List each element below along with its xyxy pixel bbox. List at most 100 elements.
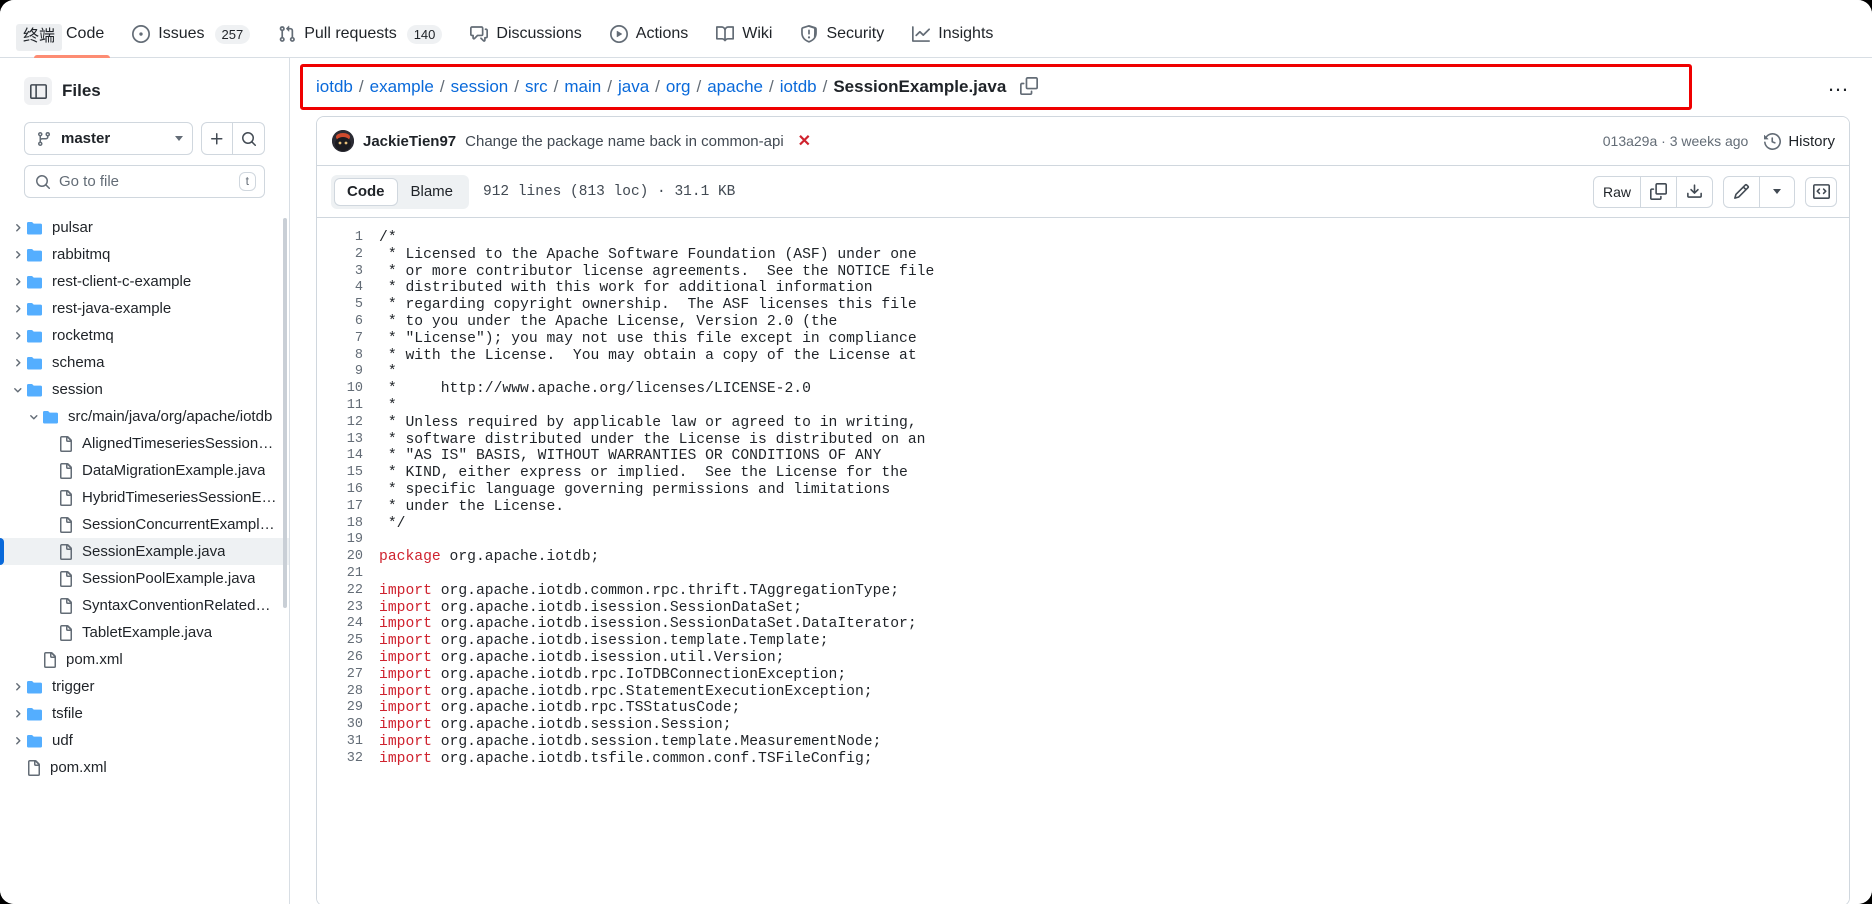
breadcrumb-link-iotdb[interactable]: iotdb [780, 77, 817, 97]
line-number[interactable]: 5 [317, 297, 379, 314]
line-number[interactable]: 26 [317, 650, 379, 667]
sidebar-collapse-icon[interactable] [24, 77, 52, 105]
line-number[interactable]: 29 [317, 700, 379, 717]
chevron-right-icon[interactable] [10, 276, 26, 288]
line-number[interactable]: 20 [317, 549, 379, 566]
tree-file-row[interactable]: SessionConcurrentExample.… [0, 511, 289, 538]
breadcrumb-link-org[interactable]: org [666, 77, 691, 97]
chevron-down-icon[interactable] [26, 411, 42, 423]
line-number[interactable]: 30 [317, 717, 379, 734]
chevron-right-icon[interactable] [10, 708, 26, 720]
tree-file-row[interactable]: pom.xml [0, 754, 289, 781]
line-number[interactable]: 24 [317, 616, 379, 633]
breadcrumb-link-example[interactable]: example [370, 77, 434, 97]
code-brackets-icon[interactable] [1805, 176, 1837, 207]
chevron-right-icon[interactable] [10, 735, 26, 747]
tree-file-row[interactable]: SyntaxConventionRelatedEx… [0, 592, 289, 619]
sidebar-scrollbar[interactable] [283, 218, 287, 608]
tab-code[interactable]: Code [334, 177, 398, 206]
more-options-button[interactable]: … [1827, 71, 1850, 103]
x-status-icon[interactable]: ✕ [798, 131, 811, 151]
nav-tab-pull-requests[interactable]: Pull requests 140 [264, 11, 456, 57]
line-number[interactable]: 23 [317, 600, 379, 617]
pencil-icon[interactable] [1724, 176, 1760, 207]
add-file-button[interactable] [201, 122, 233, 155]
commit-author[interactable]: JackieTien97 [363, 133, 456, 150]
line-number[interactable]: 25 [317, 633, 379, 650]
line-number[interactable]: 16 [317, 482, 379, 499]
tree-file-row[interactable]: SessionExample.java [0, 538, 289, 565]
search-files-button[interactable] [233, 122, 265, 155]
tab-blame[interactable]: Blame [398, 178, 467, 206]
tree-folder-row[interactable]: rest-client-c-example [0, 268, 289, 295]
line-number[interactable]: 13 [317, 432, 379, 449]
breadcrumb-link-java[interactable]: java [618, 77, 649, 97]
line-number[interactable]: 28 [317, 684, 379, 701]
chevron-down-icon[interactable] [1760, 177, 1794, 207]
tree-file-row[interactable]: SessionPoolExample.java [0, 565, 289, 592]
line-number[interactable]: 14 [317, 448, 379, 465]
commit-message[interactable]: Change the package name back in common-a… [465, 133, 784, 150]
copy-path-icon[interactable] [1020, 77, 1040, 97]
chevron-right-icon[interactable] [10, 303, 26, 315]
line-number[interactable]: 1 [317, 230, 379, 247]
tree-folder-row[interactable]: schema [0, 349, 289, 376]
branch-selector[interactable]: master [24, 122, 193, 155]
tree-folder-row[interactable]: udf [0, 727, 289, 754]
tree-file-row[interactable]: HybridTimeseriesSessionEx… [0, 484, 289, 511]
chevron-down-icon[interactable] [10, 384, 26, 396]
line-number[interactable]: 18 [317, 516, 379, 533]
breadcrumb-link-session[interactable]: session [451, 77, 509, 97]
tree-folder-row[interactable]: session [0, 376, 289, 403]
breadcrumb-link-src[interactable]: src [525, 77, 548, 97]
line-number[interactable]: 4 [317, 280, 379, 297]
go-to-file-input[interactable]: Go to file t [24, 165, 265, 198]
breadcrumb-link-iotdb[interactable]: iotdb [316, 77, 353, 97]
history-button[interactable]: History [1764, 133, 1835, 150]
line-number[interactable]: 15 [317, 465, 379, 482]
nav-tab-wiki[interactable]: Wiki [702, 11, 786, 57]
nav-tab-discussions[interactable]: Discussions [456, 11, 595, 57]
tree-folder-row[interactable]: rest-java-example [0, 295, 289, 322]
line-number[interactable]: 11 [317, 398, 379, 415]
line-number[interactable]: 21 [317, 566, 379, 583]
line-number[interactable]: 32 [317, 751, 379, 768]
tree-folder-row[interactable]: tsfile [0, 700, 289, 727]
tree-file-row[interactable]: pom.xml [0, 646, 289, 673]
line-number[interactable]: 3 [317, 264, 379, 281]
line-number[interactable]: 7 [317, 331, 379, 348]
raw-button[interactable]: Raw [1594, 176, 1641, 207]
nav-tab-security[interactable]: Security [786, 11, 898, 57]
nav-tab-actions[interactable]: Actions [596, 11, 702, 57]
avatar[interactable] [332, 130, 354, 152]
line-number[interactable]: 8 [317, 348, 379, 365]
commit-sha[interactable]: 013a29a [1603, 133, 1658, 149]
tree-file-row[interactable]: TabletExample.java [0, 619, 289, 646]
breadcrumb-link-main[interactable]: main [564, 77, 601, 97]
line-number[interactable]: 9 [317, 364, 379, 381]
line-number[interactable]: 22 [317, 583, 379, 600]
tree-folder-row[interactable]: src/main/java/org/apache/iotdb [0, 403, 289, 430]
tree-file-row[interactable]: AlignedTimeseriesSessionE… [0, 430, 289, 457]
line-number[interactable]: 19 [317, 532, 379, 549]
line-number[interactable]: 31 [317, 734, 379, 751]
tree-file-row[interactable]: DataMigrationExample.java [0, 457, 289, 484]
copy-icon[interactable] [1641, 176, 1677, 207]
tree-folder-row[interactable]: rabbitmq [0, 241, 289, 268]
line-number[interactable]: 6 [317, 314, 379, 331]
chevron-right-icon[interactable] [10, 681, 26, 693]
chevron-right-icon[interactable] [10, 330, 26, 342]
chevron-right-icon[interactable] [10, 249, 26, 261]
tree-folder-row[interactable]: trigger [0, 673, 289, 700]
line-number[interactable]: 27 [317, 667, 379, 684]
tree-folder-row[interactable]: rocketmq [0, 322, 289, 349]
line-number[interactable]: 17 [317, 499, 379, 516]
line-number[interactable]: 12 [317, 415, 379, 432]
download-icon[interactable] [1677, 177, 1712, 207]
line-number[interactable]: 2 [317, 247, 379, 264]
tree-folder-row[interactable]: pulsar [0, 214, 289, 241]
line-number[interactable]: 10 [317, 381, 379, 398]
chevron-right-icon[interactable] [10, 357, 26, 369]
nav-tab-insights[interactable]: Insights [898, 11, 1007, 57]
chevron-right-icon[interactable] [10, 222, 26, 234]
